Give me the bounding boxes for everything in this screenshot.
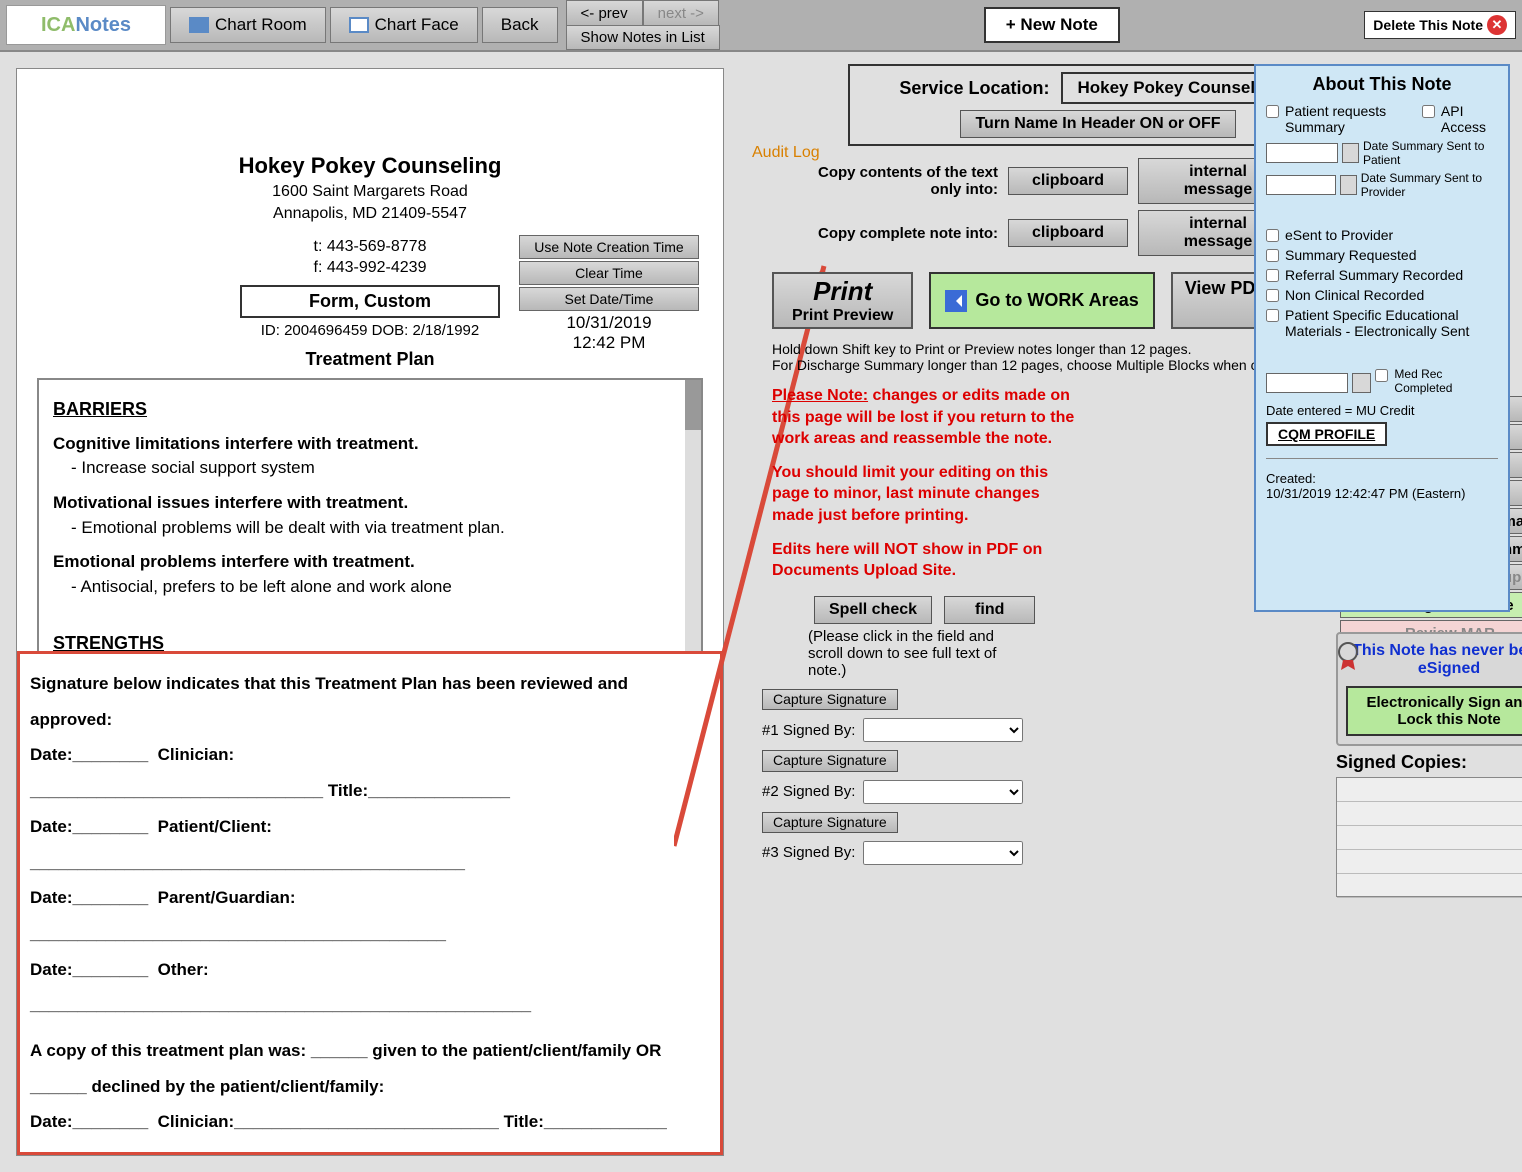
created-value: 10/31/2019 12:42:47 PM (Eastern)	[1266, 486, 1498, 501]
show-notes-list-button[interactable]: Show Notes in List	[566, 25, 720, 50]
sig1-select[interactable]	[863, 718, 1023, 742]
esign-message: This Note has never been eSigned	[1346, 642, 1522, 678]
set-datetime-button[interactable]: Set Date/Time	[519, 287, 699, 311]
service-location-label: Service Location:	[899, 78, 1049, 99]
nonclinical-checkbox[interactable]: Non Clinical Recorded	[1266, 287, 1498, 303]
spell-hint: (Please click in the field and scroll do…	[808, 628, 998, 679]
date-sent-provider-label: Date Summary Sent to Provider	[1361, 171, 1498, 199]
sig3-select[interactable]	[863, 841, 1023, 865]
signature-block: Signature below indicates that this Trea…	[17, 651, 723, 1155]
sig1-label: #1 Signed By:	[762, 722, 855, 739]
barrier-item: Emotional problems interfere with treatm…	[53, 550, 687, 575]
go-to-work-button[interactable]: Go to WORK Areas	[929, 272, 1154, 329]
barrier-sub: - Emotional problems will be dealt with …	[71, 516, 687, 541]
org-address1: 1600 Saint Margarets Road	[37, 183, 703, 201]
barrier-sub: - Increase social support system	[71, 456, 687, 481]
nav-group: <- prev next -> Show Notes in List	[566, 0, 720, 50]
print-button[interactable]: Print Print Preview	[772, 272, 913, 329]
copy-text-label: Copy contents of the text only into:	[818, 164, 998, 198]
copy-note-clipboard-button[interactable]: clipboard	[1008, 219, 1128, 247]
summary-requested-checkbox[interactable]: Summary Requested	[1266, 247, 1498, 263]
chart-icon	[189, 17, 209, 33]
note-page: Use Note Creation Time Clear Time Set Da…	[16, 68, 724, 1156]
sig-intro: Signature below indicates that this Trea…	[30, 666, 710, 737]
top-toolbar: ICANotes Chart Room Chart Face Back <- p…	[0, 0, 1522, 52]
next-button: next ->	[643, 0, 719, 25]
time-controls: Use Note Creation Time Clear Time Set Da…	[519, 235, 699, 353]
spellcheck-button[interactable]: Spell check	[814, 596, 932, 624]
date-sent-patient-label: Date Summary Sent to Patient	[1363, 139, 1498, 167]
edit-warning: Please Note: changes or edits made on th…	[772, 385, 1082, 582]
close-icon: ✕	[1487, 15, 1507, 35]
use-creation-time-button[interactable]: Use Note Creation Time	[519, 235, 699, 259]
about-note-panel: About This Note Patient requests Summary…	[1254, 64, 1510, 612]
barrier-sub: - Antisocial, prefers to be left alone a…	[71, 575, 687, 600]
prev-button[interactable]: <- prev	[566, 0, 643, 25]
signed-copies-grid[interactable]	[1336, 777, 1522, 897]
created-label: Created:	[1266, 471, 1498, 486]
barrier-item: Cognitive limitations interfere with tre…	[53, 432, 687, 457]
capture-sig-3-button[interactable]: Capture Signature	[762, 812, 898, 833]
esign-button[interactable]: Electronically Sign and Lock this Note	[1346, 686, 1522, 736]
signed-copies-panel: Signed Copies: compare Signed by Note Ow…	[1336, 752, 1522, 897]
referral-recorded-checkbox[interactable]: Referral Summary Recorded	[1266, 267, 1498, 283]
esent-checkbox[interactable]: eSent to Provider	[1266, 227, 1498, 243]
about-heading: About This Note	[1266, 74, 1498, 95]
back-button[interactable]: Back	[482, 7, 558, 43]
note-date: 10/31/2019	[519, 313, 699, 333]
new-note-button[interactable]: + New Note	[984, 7, 1120, 43]
app-logo: ICANotes	[6, 5, 166, 45]
copy-text-clipboard-button[interactable]: clipboard	[1008, 167, 1128, 195]
chart-room-button[interactable]: Chart Room	[170, 7, 326, 43]
delete-note-button[interactable]: Delete This Note✕	[1364, 11, 1516, 39]
patient-requests-checkbox[interactable]: Patient requests Summary	[1266, 103, 1422, 135]
signed-copies-heading: Signed Copies:	[1336, 752, 1467, 773]
date-sent-patient-field[interactable]	[1266, 143, 1338, 163]
chart-face-button[interactable]: Chart Face	[330, 7, 478, 43]
cqm-profile-button[interactable]: CQM PROFILE	[1266, 422, 1387, 446]
sig2-select[interactable]	[863, 780, 1023, 804]
medrec-checkbox[interactable]: Med Rec Completed	[1375, 367, 1498, 395]
scroll-thumb[interactable]	[685, 380, 701, 430]
find-button[interactable]: find	[944, 596, 1035, 624]
mu-credit-label: Date entered = MU Credit	[1266, 403, 1498, 418]
print-hint: Hold down Shift key to Print or Preview …	[772, 341, 1332, 373]
org-name: Hokey Pokey Counseling	[37, 153, 703, 179]
calendar-icon[interactable]	[1340, 175, 1357, 195]
arrow-left-icon	[945, 290, 967, 312]
clear-time-button[interactable]: Clear Time	[519, 261, 699, 285]
face-icon	[349, 17, 369, 33]
educational-sent-checkbox[interactable]: Patient Specific Educational Materials -…	[1266, 307, 1498, 339]
calendar-icon[interactable]	[1352, 373, 1371, 393]
org-address2: Annapolis, MD 21409-5547	[37, 205, 703, 223]
capture-sig-2-button[interactable]: Capture Signature	[762, 750, 898, 771]
audit-log-link[interactable]: Audit Log	[752, 144, 820, 162]
copy-note-label: Copy complete note into:	[818, 225, 998, 242]
form-name-field[interactable]: Form, Custom	[240, 285, 500, 318]
calendar-icon[interactable]	[1342, 143, 1359, 163]
medrec-date-field[interactable]	[1266, 373, 1348, 393]
sig3-label: #3 Signed By:	[762, 844, 855, 861]
action-pane: Service Location: Hokey Pokey Counseling…	[740, 52, 1522, 1172]
esign-box: This Note has never been eSigned Electro…	[1336, 632, 1522, 746]
date-sent-provider-field[interactable]	[1266, 175, 1336, 195]
barriers-heading: BARRIERS	[53, 396, 687, 422]
note-time: 12:42 PM	[519, 333, 699, 353]
api-access-checkbox[interactable]: API Access	[1422, 103, 1498, 135]
barrier-item: Motivational issues interfere with treat…	[53, 491, 687, 516]
capture-sig-1-button[interactable]: Capture Signature	[762, 689, 898, 710]
sig2-label: #2 Signed By:	[762, 783, 855, 800]
ribbon-icon	[1336, 642, 1360, 672]
document-pane: Use Note Creation Time Clear Time Set Da…	[0, 52, 740, 1172]
header-toggle-button[interactable]: Turn Name In Header ON or OFF	[960, 110, 1235, 138]
